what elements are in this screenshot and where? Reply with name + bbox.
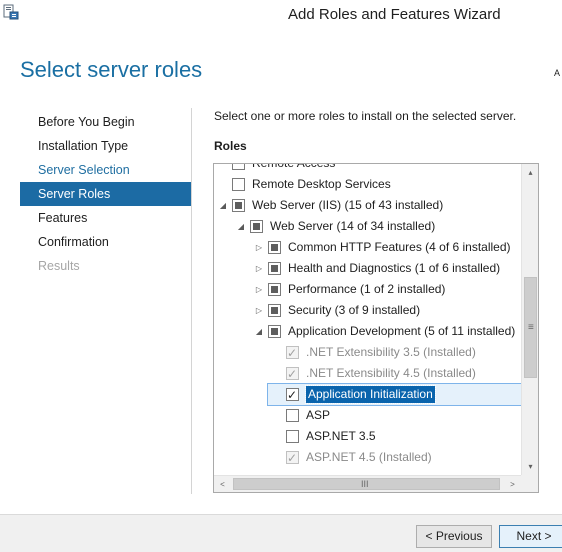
scroll-down-icon[interactable]: ▾ xyxy=(522,458,538,475)
previous-button[interactable]: < Previous xyxy=(416,525,492,548)
collapse-icon[interactable]: ◢ xyxy=(253,321,265,342)
role-row[interactable]: ▷ Common HTTP Features (4 of 6 installed) xyxy=(214,237,521,258)
collapse-icon[interactable]: ◢ xyxy=(235,216,247,237)
role-row[interactable]: ▷ Performance (1 of 2 installed) xyxy=(214,279,521,300)
window-title: Add Roles and Features Wizard xyxy=(288,6,501,23)
nav-item-server-roles[interactable]: Server Roles xyxy=(20,182,191,206)
nav-item-features[interactable]: Features xyxy=(20,206,191,230)
role-row[interactable]: .NET Extensibility 3.5 (Installed) xyxy=(214,342,521,364)
nav-item-before-you-begin[interactable]: Before You Begin xyxy=(20,110,191,134)
role-checkbox xyxy=(286,448,299,469)
role-label: ASP xyxy=(306,408,331,422)
role-row[interactable]: Remote Access xyxy=(214,164,521,174)
roles-heading: Roles xyxy=(214,139,247,153)
nav-item-results: Results xyxy=(38,259,80,273)
role-checkbox[interactable] xyxy=(268,283,281,296)
role-label: Security (3 of 9 installed) xyxy=(288,303,421,317)
role-label: .NET Extensibility 3.5 (Installed) xyxy=(306,345,476,359)
role-checkbox[interactable] xyxy=(286,385,299,406)
role-row[interactable]: .NET Extensibility 4.5 (Installed) xyxy=(214,363,521,385)
horizontal-scroll-thumb[interactable]: III xyxy=(233,478,500,490)
instruction-text: Select one or more roles to install on t… xyxy=(214,109,517,123)
role-label: ASP.NET 3.5 xyxy=(306,429,376,443)
role-checkbox[interactable] xyxy=(268,241,281,254)
nav-item-confirmation[interactable]: Confirmation xyxy=(20,230,191,254)
role-label: Application Development (5 of 11 install… xyxy=(288,324,516,338)
role-row[interactable]: ASP xyxy=(214,405,521,426)
role-row[interactable]: ◢ Application Development (5 of 11 instal… xyxy=(214,321,521,342)
page-title: Select server roles xyxy=(20,57,203,82)
grip-icon: III xyxy=(361,479,369,489)
role-row[interactable]: ASP.NET 3.5 xyxy=(214,426,521,447)
expand-icon[interactable]: ▷ xyxy=(253,237,265,258)
role-label: Performance (1 of 2 installed) xyxy=(288,282,446,296)
scroll-up-icon[interactable]: ▴ xyxy=(522,164,538,181)
horizontal-scrollbar[interactable]: < III > xyxy=(214,475,538,492)
role-checkbox[interactable] xyxy=(232,164,245,170)
role-checkbox[interactable] xyxy=(268,304,281,317)
role-label: Web Server (IIS) (15 of 43 installed) xyxy=(252,198,444,212)
role-checkbox[interactable] xyxy=(286,409,299,422)
roles-tree: Remote Access Remote Desktop Services ◢ Web… xyxy=(214,164,521,475)
wizard-nav: Before You Begin Installation Type Serve… xyxy=(20,110,191,278)
role-checkbox[interactable] xyxy=(268,325,281,338)
role-row[interactable]: ▷ Health and Diagnostics (1 of 6 installe… xyxy=(214,258,521,279)
nav-divider xyxy=(191,108,192,494)
role-row[interactable]: ASP.NET 4.5 (Installed) xyxy=(214,447,521,469)
role-label: Common HTTP Features (4 of 6 installed) xyxy=(288,240,511,254)
grip-icon: ≡ xyxy=(528,322,534,333)
role-checkbox xyxy=(286,343,299,364)
vertical-scroll-thumb[interactable]: ≡ xyxy=(524,277,537,378)
expand-icon[interactable]: ▷ xyxy=(253,279,265,300)
role-checkbox[interactable] xyxy=(286,430,299,443)
role-row[interactable]: ▷ Security (3 of 9 installed) xyxy=(214,300,521,321)
role-label: Health and Diagnostics (1 of 6 installed… xyxy=(288,261,501,275)
scroll-left-icon[interactable]: < xyxy=(214,476,231,492)
nav-item-installation-type[interactable]: Installation Type xyxy=(20,134,191,158)
nav-item-server-selection[interactable]: Server Selection xyxy=(20,158,191,182)
destination-server-label: A xyxy=(554,68,561,78)
roles-tree-view[interactable]: Remote Access Remote Desktop Services ◢ Web… xyxy=(213,163,539,493)
role-row[interactable]: ◢ Web Server (IIS) (15 of 43 installed) xyxy=(214,195,521,216)
role-label: Remote Access xyxy=(252,164,335,174)
expand-icon[interactable]: ▷ xyxy=(253,258,265,279)
role-label: Web Server (14 of 34 installed) xyxy=(270,219,436,233)
role-row[interactable]: ◢ Web Server (14 of 34 installed) xyxy=(214,216,521,237)
scroll-right-icon[interactable]: > xyxy=(504,476,521,492)
role-label: ASP.NET 4.5 (Installed) xyxy=(306,450,432,464)
role-label: Application Initialization xyxy=(305,385,436,404)
title-bar: Add Roles and Features Wizard xyxy=(0,0,562,30)
role-checkbox xyxy=(286,364,299,385)
role-checkbox[interactable] xyxy=(232,199,245,212)
role-row[interactable]: Remote Desktop Services xyxy=(214,174,521,195)
role-checkbox[interactable] xyxy=(268,262,281,275)
role-label: .NET Extensibility 4.5 (Installed) xyxy=(306,366,476,380)
scrollbar-corner xyxy=(521,475,538,492)
collapse-icon[interactable]: ◢ xyxy=(217,195,229,216)
next-button[interactable]: Next > xyxy=(499,525,562,548)
role-row[interactable]: Application Initialization xyxy=(267,383,521,406)
vertical-scrollbar[interactable]: ▴ ≡ ▾ xyxy=(521,164,538,475)
role-checkbox[interactable] xyxy=(250,220,263,233)
role-label: Remote Desktop Services xyxy=(252,177,391,191)
role-checkbox[interactable] xyxy=(232,178,245,191)
expand-icon[interactable]: ▷ xyxy=(253,300,265,321)
